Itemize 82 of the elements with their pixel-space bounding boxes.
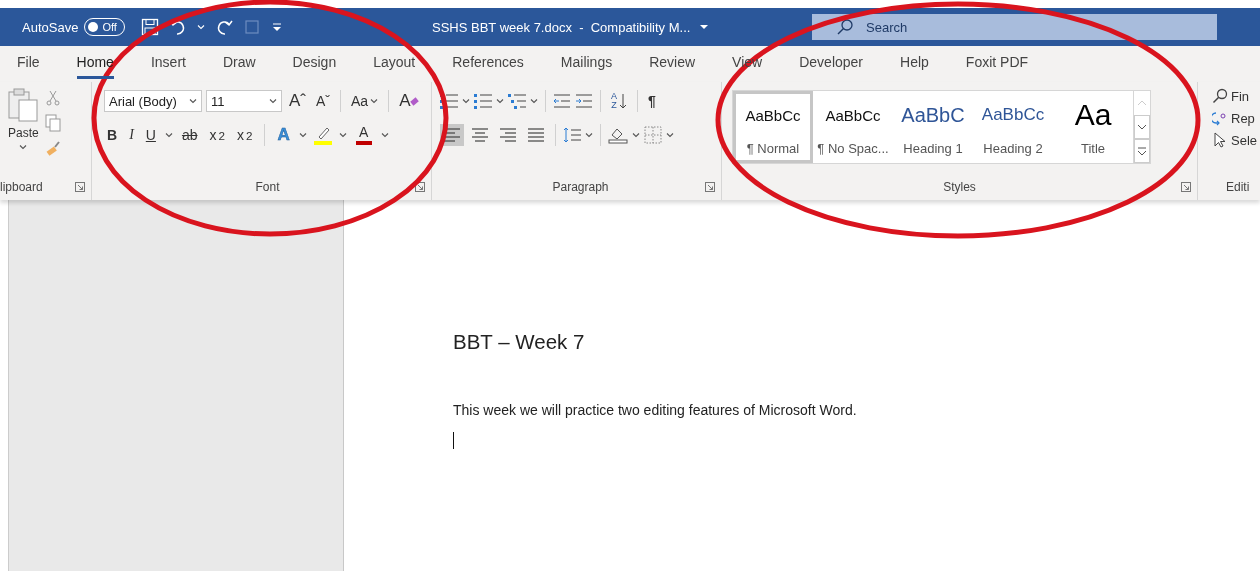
change-case-button[interactable]: Aa [348,91,382,111]
ribbon-tab[interactable]: Home [76,49,114,79]
copy-icon[interactable] [44,114,61,132]
line-spacing-icon[interactable] [563,127,581,143]
down-arrow-icon [619,93,627,109]
style-item[interactable]: AaBbCc ¶ Normal [733,91,813,163]
multilevel-list-icon[interactable] [508,93,526,109]
caret-icon[interactable] [19,144,28,150]
paste-button[interactable]: Paste [0,88,39,174]
ribbon-tab[interactable]: Insert [150,49,186,79]
format-button[interactable]: U [142,125,159,145]
search-icon [1212,88,1228,104]
font-size-field[interactable]: 11 [206,90,282,112]
cut-icon[interactable] [44,90,61,106]
scroll-down-icon[interactable] [1134,115,1150,139]
editing-command[interactable]: Rep [1212,110,1258,126]
caret-icon[interactable] [269,98,277,104]
font-color-button[interactable]: A [352,123,375,147]
search-icon [836,18,854,36]
format-painter-icon[interactable] [44,140,61,156]
ribbon-tab[interactable]: Draw [222,49,256,79]
cursor-icon [1212,132,1228,148]
group-label: Editi [1226,180,1250,194]
group-label: Font [255,180,280,194]
font-name-field[interactable]: Arial (Body) [104,90,202,112]
ribbon-tab[interactable]: Design [292,49,337,79]
format-button[interactable]: ab [178,125,201,145]
show-marks-button[interactable]: ¶ [645,91,659,111]
ribbon-tab[interactable]: Foxit PDF [965,49,1029,79]
ribbon-tab[interactable]: File [17,49,40,79]
caret-icon[interactable] [189,98,197,104]
caret-icon[interactable] [632,132,640,138]
caret-icon[interactable] [338,132,347,138]
numbering-icon[interactable] [474,93,492,109]
dialog-launcher-icon[interactable] [705,182,715,192]
customize-icon[interactable] [270,21,283,33]
save-icon[interactable] [140,18,159,36]
eraser-icon [410,96,420,106]
group-label: Paragraph [552,180,609,194]
decrease-indent-icon[interactable] [553,93,571,109]
caret-icon[interactable] [380,132,389,138]
caret-icon[interactable] [530,98,538,104]
editing-command[interactable]: Fin [1212,88,1258,104]
editing-command[interactable]: Sele [1212,132,1258,148]
dialog-launcher-icon[interactable] [1181,182,1191,192]
sort-button[interactable]: A Z [608,90,630,112]
bullets-icon[interactable] [440,93,458,109]
caret-icon[interactable] [462,98,470,104]
group-label: lipboard [0,180,43,194]
dialog-launcher-icon[interactable] [75,182,85,192]
caret-icon[interactable] [585,132,593,138]
grow-font-button[interactable]: Aˆ [286,89,309,113]
text-cursor [453,432,454,449]
shading-icon[interactable] [608,126,628,144]
caret-icon[interactable] [700,24,709,30]
replace-icon [1212,110,1228,126]
shrink-font-button[interactable]: Aˇ [313,91,333,111]
ribbon-tab[interactable]: Layout [373,49,416,79]
document-title: SSHS BBT week 7.docx - Compatibility M... [432,19,691,35]
clear-formatting-button[interactable]: A [396,89,423,113]
highlighter-icon[interactable] [312,125,333,145]
autosave-label: AutoSave [22,19,79,35]
more-icon[interactable] [1134,139,1150,163]
ribbon-tab[interactable]: Mailings [560,49,613,79]
dialog-launcher-icon[interactable] [415,182,425,192]
caret-icon[interactable] [298,132,307,138]
group-label: Styles [943,180,976,194]
document-paragraph: This week we will practice two editing features of Microsoft Word. [453,402,858,418]
increase-indent-icon[interactable] [575,93,593,109]
caret-icon[interactable] [496,98,504,104]
ribbon-tab[interactable]: Help [900,49,929,79]
format-button[interactable]: I [126,125,137,145]
ribbon-tab[interactable]: References [452,49,524,79]
ribbon-tab[interactable]: Review [649,49,696,79]
caret-icon[interactable] [370,98,379,104]
document-heading: BBT – Week 7 [453,330,586,354]
ribbon-tab[interactable]: Developer [799,49,864,79]
format-button[interactable]: B [104,125,121,145]
caret-icon[interactable] [164,132,173,138]
caret-icon[interactable] [666,132,674,138]
clipboard-icon [8,88,39,122]
search-field[interactable]: Search [812,14,1217,40]
